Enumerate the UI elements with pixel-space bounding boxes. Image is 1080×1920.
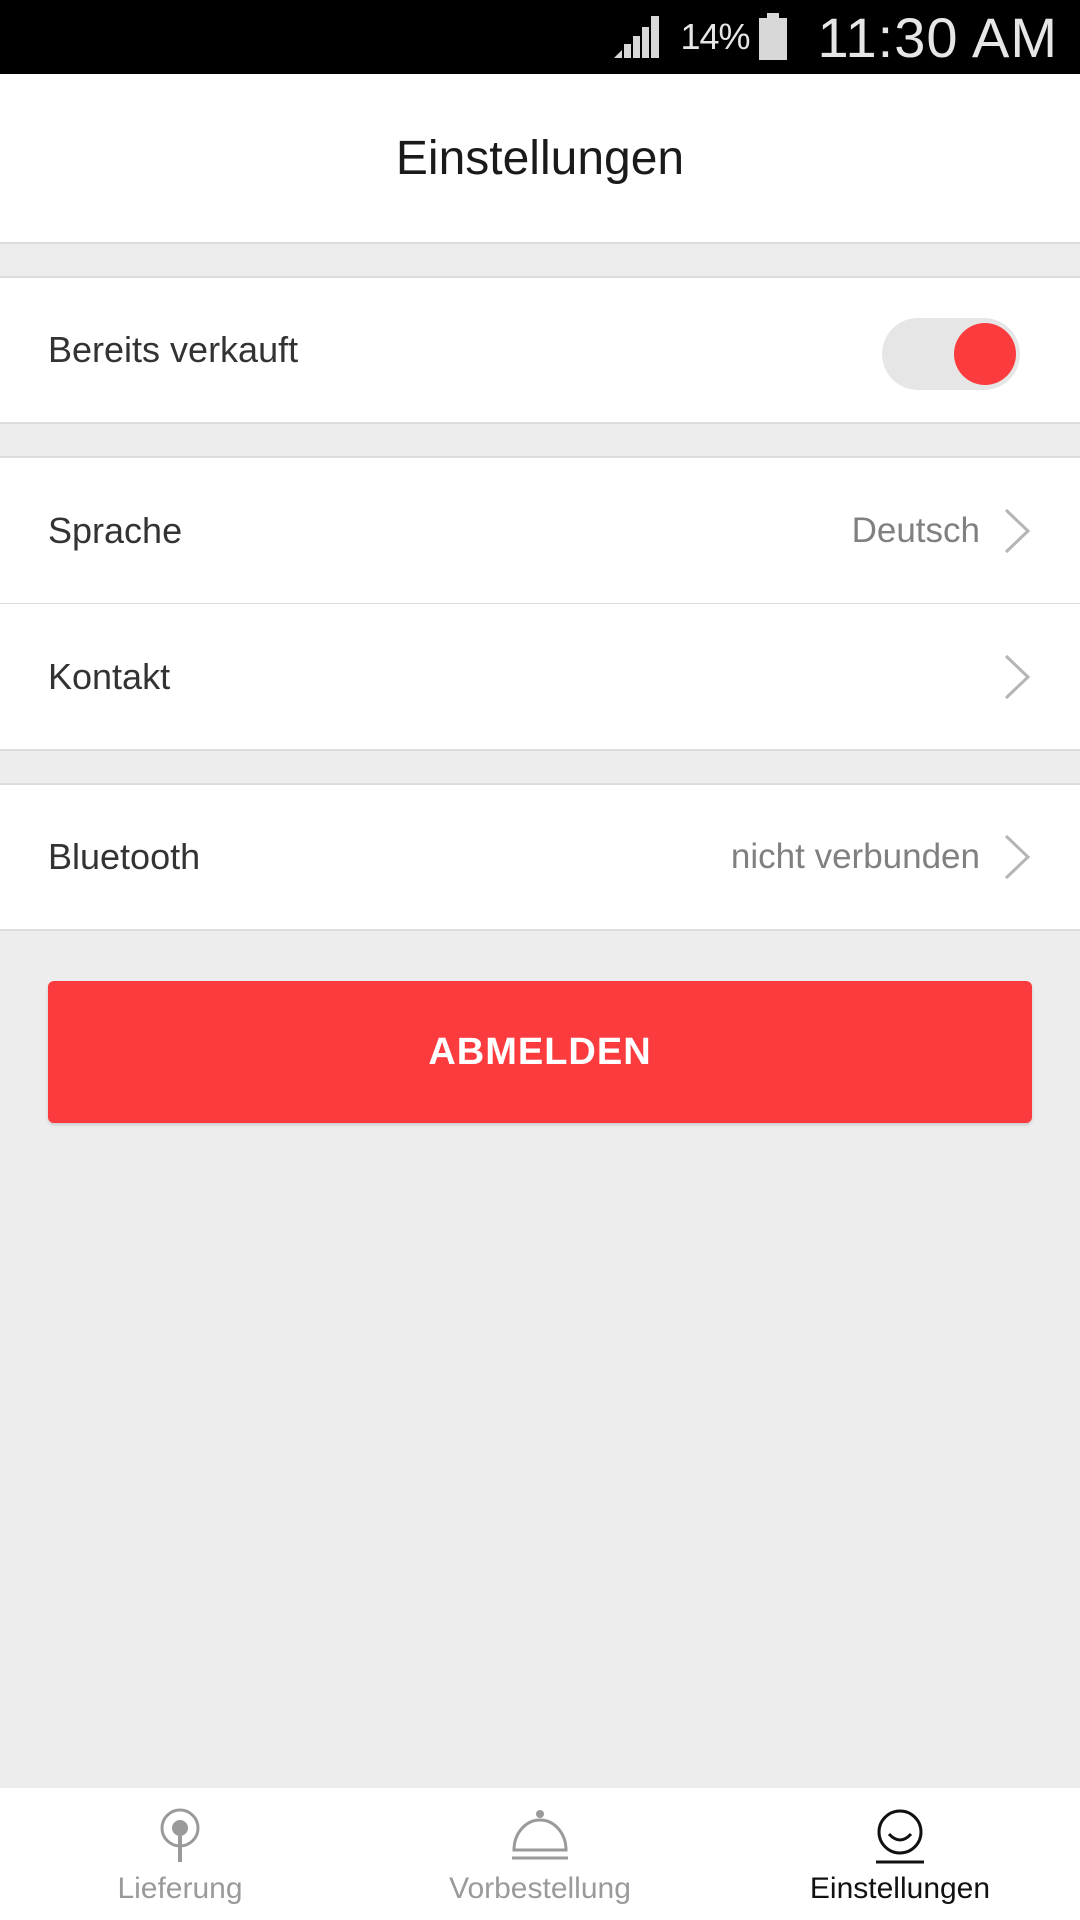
bluetooth-label: Bluetooth — [48, 836, 201, 877]
chevron-right-icon — [1004, 508, 1031, 553]
language-label: Sprache — [48, 509, 183, 551]
chevron-right-icon — [1004, 834, 1031, 880]
nav-item-einstellungen[interactable]: Einstellungen — [720, 1788, 1080, 1920]
smiley-icon — [876, 1809, 924, 1864]
sold-out-toggle[interactable] — [882, 318, 1020, 390]
battery-icon — [758, 13, 787, 60]
sold-out-row: Bereits verkauft — [0, 276, 1080, 424]
bluetooth-row[interactable]: Bluetooth nicht verbunden — [0, 783, 1080, 931]
chevron-right-icon — [1004, 654, 1031, 699]
nav-label-lieferung: Lieferung — [117, 1872, 243, 1905]
page-title: Einstellungen — [395, 131, 685, 185]
nav-item-vorbestellung[interactable]: Vorbestellung — [360, 1788, 720, 1920]
nav-label-einstellungen: Einstellungen — [809, 1872, 991, 1905]
app-header: Einstellungen — [0, 74, 1080, 244]
bluetooth-status: nicht verbunden — [730, 837, 980, 876]
logout-button[interactable]: ABMELDEN — [48, 981, 1032, 1123]
bottom-navigation: Lieferung Vorbestellung Einstellungen — [0, 1788, 1080, 1920]
status-bar: 14% 11:30 AM — [0, 0, 1080, 74]
language-row[interactable]: Sprache Deutsch — [0, 456, 1080, 604]
toggle-knob — [954, 323, 1016, 385]
contact-row[interactable]: Kontakt — [0, 603, 1080, 751]
delivery-pin-icon — [160, 1808, 200, 1862]
language-value: Deutsch — [851, 510, 980, 550]
service-bell-icon — [512, 1810, 568, 1860]
contact-label: Kontakt — [48, 655, 171, 697]
battery-percentage: 14% — [680, 16, 750, 57]
clock: 11:30 AM — [817, 5, 1058, 69]
nav-item-lieferung[interactable]: Lieferung — [0, 1788, 360, 1920]
settings-screen: 14% 11:30 AM Einstellungen Bereits verka… — [0, 0, 1080, 1920]
nav-label-vorbestellung: Vorbestellung — [449, 1872, 631, 1905]
signal-icon — [614, 16, 660, 58]
